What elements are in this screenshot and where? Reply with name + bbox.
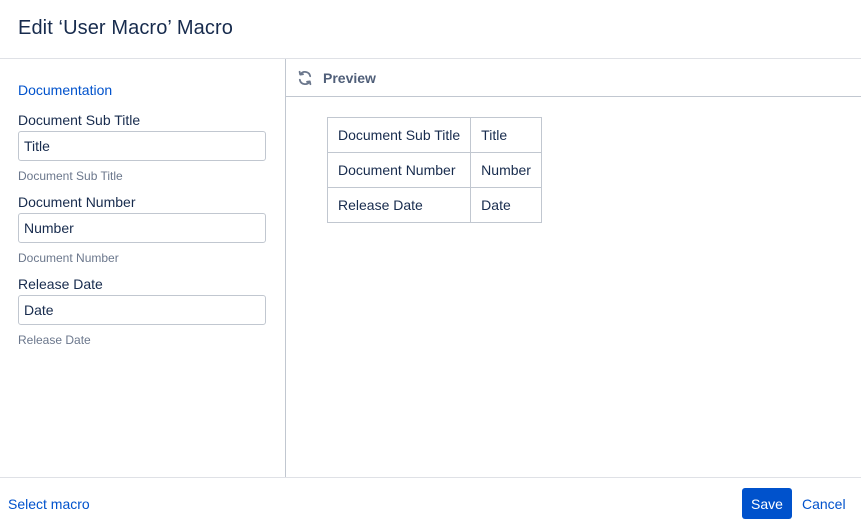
dialog-header: Edit ‘User Macro’ Macro (0, 0, 861, 59)
table-row: Document Number Number (326, 152, 542, 188)
document-number-input[interactable] (18, 213, 266, 243)
preview-table: Document Sub Title Title Document Number… (326, 117, 542, 223)
preview-title: Preview (323, 70, 376, 86)
save-button[interactable]: Save (742, 488, 792, 519)
release-date-input[interactable] (18, 295, 266, 325)
table-cell-key: Document Number (326, 152, 472, 188)
field-release-date: Release Date Release Date (18, 275, 266, 347)
table-cell-value: Title (470, 117, 542, 153)
refresh-icon[interactable] (297, 70, 313, 86)
table-cell-value: Number (470, 152, 542, 188)
field-description: Release Date (18, 333, 91, 347)
field-description: Document Sub Title (18, 169, 123, 183)
preview-header: Preview (286, 59, 861, 97)
field-label: Document Number (18, 194, 136, 210)
field-label: Release Date (18, 276, 103, 292)
dialog-title: Edit ‘User Macro’ Macro (18, 17, 233, 39)
table-cell-key: Document Sub Title (326, 117, 472, 153)
table-row: Document Sub Title Title (326, 117, 542, 153)
cancel-button[interactable]: Cancel (802, 496, 846, 512)
field-label: Document Sub Title (18, 112, 141, 128)
macro-parameters-panel: Documentation Document Sub Title Documen… (0, 59, 286, 477)
edit-macro-dialog: Edit ‘User Macro’ Macro Documentation Do… (0, 0, 861, 527)
documentation-link[interactable]: Documentation (18, 82, 112, 98)
select-macro-link[interactable]: Select macro (8, 496, 90, 512)
document-sub-title-input[interactable] (18, 131, 266, 161)
preview-panel: Preview Document Sub Title Title Documen… (286, 59, 861, 477)
field-description: Document Number (18, 251, 119, 265)
table-row: Release Date Date (326, 187, 542, 223)
dialog-footer: Select macro Save Cancel (0, 477, 861, 527)
table-cell-value: Date (470, 187, 542, 223)
field-document-sub-title: Document Sub Title Document Sub Title (18, 111, 266, 183)
field-document-number: Document Number Document Number (18, 193, 266, 265)
table-cell-key: Release Date (326, 187, 472, 223)
